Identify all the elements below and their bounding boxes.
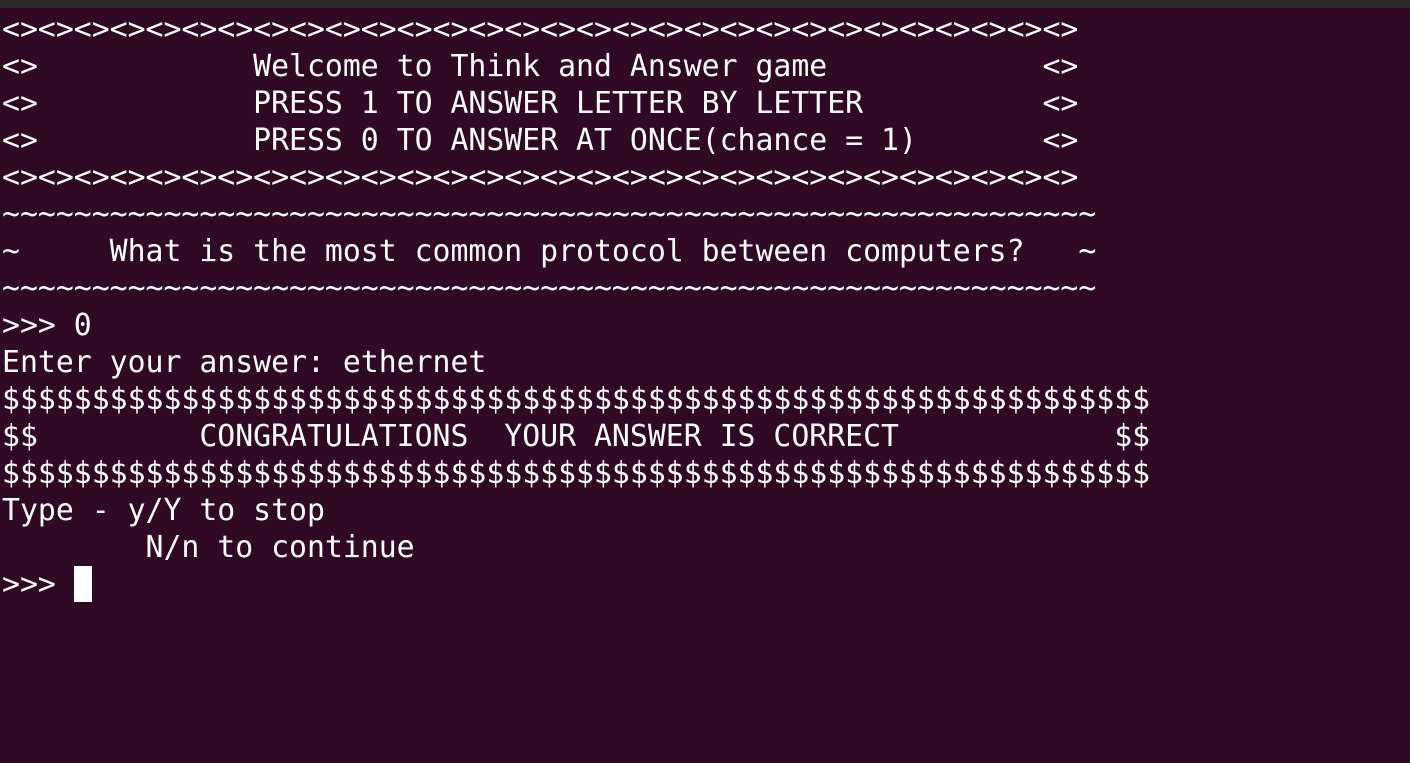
text-cursor [73, 566, 92, 602]
stop-instruction: Type - y/Y to stop [2, 493, 325, 528]
result-border-bottom: $$$$$$$$$$$$$$$$$$$$$$$$$$$$$$$$$$$$$$$$… [2, 456, 1151, 491]
question-border-top: ~~~~~~~~~~~~~~~~~~~~~~~~~~~~~~~~~~~~~~~~… [2, 197, 1097, 232]
prompt-line[interactable]: >>> [2, 566, 1402, 603]
banner-border-top: <><><><><><><><><><><><><><><><><><><><>… [2, 12, 1079, 47]
banner-option-1-line: <> PRESS 1 TO ANSWER LETTER BY LETTER <> [2, 86, 1079, 121]
banner-welcome-line: <> Welcome to Think and Answer game <> [2, 49, 1079, 84]
terminal-output[interactable]: <><><><><><><><><><><><><><><><><><><><>… [2, 11, 1402, 751]
answer-input-line: Enter your answer: ethernet [2, 345, 487, 380]
banner-option-0-line: <> PRESS 0 TO ANSWER AT ONCE(chance = 1)… [2, 123, 1079, 158]
result-border-top: $$$$$$$$$$$$$$$$$$$$$$$$$$$$$$$$$$$$$$$$… [2, 382, 1151, 417]
question-border-bottom: ~~~~~~~~~~~~~~~~~~~~~~~~~~~~~~~~~~~~~~~~… [2, 271, 1097, 306]
prompt-text: >>> [2, 567, 74, 602]
banner-border-bottom: <><><><><><><><><><><><><><><><><><><><>… [2, 160, 1079, 195]
result-message: $$ CONGRATULATIONS YOUR ANSWER IS CORREC… [2, 419, 1151, 454]
mode-input-line: >>> 0 [2, 308, 92, 343]
window-titlebar [0, 0, 1410, 8]
continue-instruction: N/n to continue [2, 530, 415, 565]
question-text: ~ What is the most common protocol betwe… [2, 234, 1097, 269]
